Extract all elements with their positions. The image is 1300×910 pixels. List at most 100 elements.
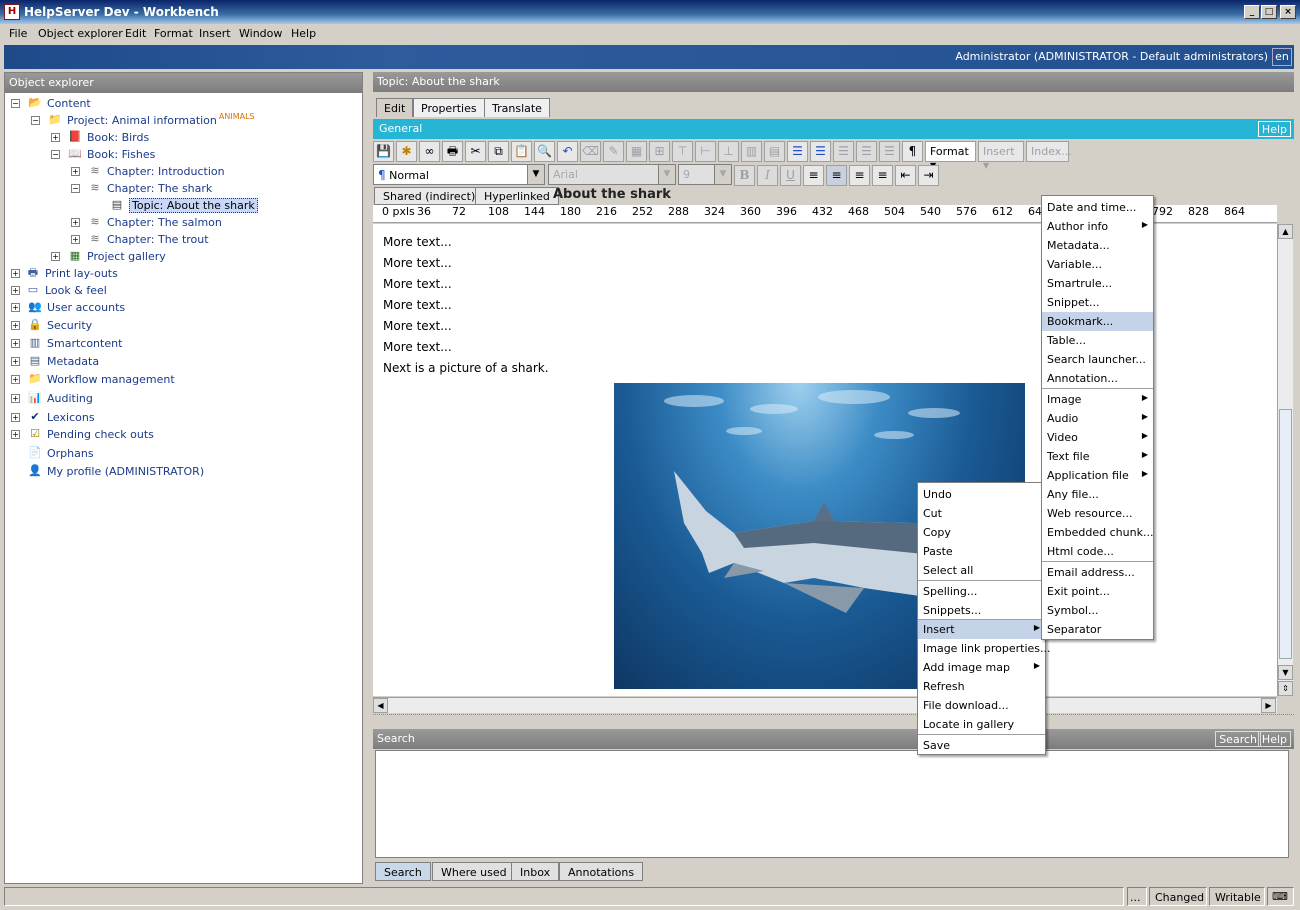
- minimize-button[interactable]: _: [1244, 5, 1260, 19]
- tree-node-metadata[interactable]: ▤ Metadata: [27, 353, 99, 369]
- menu-item-author-info[interactable]: Author info ▶: [1042, 217, 1153, 236]
- list-outdent-icon[interactable]: ☰: [856, 141, 877, 162]
- tab-translate[interactable]: Translate: [484, 98, 550, 117]
- tree-node-my-profile[interactable]: 👤 My profile (ADMINISTRATOR): [27, 463, 204, 479]
- justify-icon[interactable]: ≡: [872, 165, 893, 186]
- menu-item-table[interactable]: Table...: [1042, 331, 1153, 350]
- expander[interactable]: +: [51, 252, 60, 261]
- menu-item-application-file[interactable]: Application file ▶: [1042, 466, 1153, 485]
- menu-window[interactable]: Window: [239, 27, 282, 40]
- menu-item-video[interactable]: Video ▶: [1042, 428, 1153, 447]
- expander[interactable]: +: [11, 286, 20, 295]
- general-help-button[interactable]: Help: [1257, 121, 1291, 137]
- cut-icon[interactable]: ✂: [465, 141, 486, 162]
- menu-object-explorer[interactable]: Object explorer: [38, 27, 123, 40]
- outdent-icon[interactable]: ⇤: [895, 165, 916, 186]
- menu-file[interactable]: File: [9, 27, 27, 40]
- expander[interactable]: +: [11, 339, 20, 348]
- copy-icon[interactable]: ⧉: [488, 141, 509, 162]
- tab-inbox[interactable]: Inbox: [511, 862, 560, 881]
- underline-icon[interactable]: U: [780, 165, 801, 186]
- tab-where-used[interactable]: Where used: [432, 862, 516, 881]
- menu-item-insert[interactable]: Insert ▶: [918, 620, 1045, 639]
- menu-item-image-map[interactable]: Add image map ▶: [918, 658, 1045, 677]
- search-button[interactable]: Search: [1215, 731, 1261, 747]
- menu-item-image-link[interactable]: Image link properties...: [918, 639, 1051, 658]
- paragraph[interactable]: More text...: [383, 319, 452, 333]
- save-icon[interactable]: 💾: [373, 141, 394, 162]
- paragraph[interactable]: Next is a picture of a shark.: [383, 361, 549, 375]
- expander[interactable]: +: [11, 303, 20, 312]
- pane-divider[interactable]: [373, 714, 1294, 724]
- menu-item-smartrule[interactable]: Smartrule...: [1042, 274, 1153, 293]
- tree-node-chapter-salmon[interactable]: ≋ Chapter: The salmon: [87, 214, 222, 230]
- menu-item-exit-point[interactable]: Exit point...: [1042, 582, 1153, 601]
- expander[interactable]: +: [71, 235, 80, 244]
- menu-insert[interactable]: Insert: [199, 27, 231, 40]
- menu-item-web-resource[interactable]: Web resource...: [1042, 504, 1153, 523]
- close-button[interactable]: ×: [1280, 5, 1296, 19]
- menu-item-spelling[interactable]: Spelling...: [918, 582, 1045, 601]
- tree-node-look-feel[interactable]: ▭ Look & feel: [25, 282, 107, 298]
- menu-format[interactable]: Format: [154, 27, 193, 40]
- expander[interactable]: +: [71, 167, 80, 176]
- menu-item-html-code[interactable]: Html code...: [1042, 542, 1153, 561]
- insert-dropdown[interactable]: Insert ▼: [978, 141, 1024, 170]
- menu-item-undo[interactable]: Undo: [918, 485, 1045, 504]
- tree-node-project-gallery[interactable]: ▦ Project gallery: [67, 248, 166, 264]
- panel-splitter[interactable]: [363, 72, 371, 884]
- tree-node-book-birds[interactable]: 📕 Book: Birds: [67, 129, 149, 145]
- format-dropdown[interactable]: Format ▼: [925, 141, 976, 170]
- tab-properties[interactable]: Properties: [413, 98, 485, 117]
- tab-hyperlinked[interactable]: Hyperlinked: [475, 187, 559, 205]
- find-icon[interactable]: 🔍: [534, 141, 555, 162]
- menu-item-audio[interactable]: Audio ▶: [1042, 409, 1153, 428]
- scroll-up-icon[interactable]: ▲: [1278, 224, 1293, 239]
- menu-item-any-file[interactable]: Any file...: [1042, 485, 1153, 504]
- paragraph[interactable]: More text...: [383, 256, 452, 270]
- menu-item-text-file[interactable]: Text file ▶: [1042, 447, 1153, 466]
- menu-item-symbol[interactable]: Symbol...: [1042, 601, 1153, 620]
- expander[interactable]: −: [51, 150, 60, 159]
- table-insert-col-icon[interactable]: ⊢: [695, 141, 716, 162]
- expander[interactable]: +: [11, 375, 20, 384]
- menu-item-metadata[interactable]: Metadata...: [1042, 236, 1153, 255]
- tree-node-orphans[interactable]: 📄 Orphans: [27, 445, 93, 461]
- tree-node-workflow[interactable]: 📁 Workflow management: [27, 371, 175, 387]
- tree-node-project[interactable]: 📁 Project: Animal information ANIMALS: [47, 112, 254, 128]
- menu-item-file-download[interactable]: File download...: [918, 696, 1045, 715]
- menu-item-embedded-chunk[interactable]: Embedded chunk...: [1042, 523, 1153, 542]
- tree-node-print-layouts[interactable]: 🖶 Print lay-outs: [25, 265, 118, 281]
- scroll-left-icon[interactable]: ◀: [373, 698, 388, 713]
- tab-edit[interactable]: Edit: [376, 98, 414, 117]
- tree-node-book-fishes[interactable]: 📖 Book: Fishes: [67, 146, 155, 162]
- menu-item-image[interactable]: Image ▶: [1042, 390, 1153, 409]
- scroll-down-icon[interactable]: ▼: [1278, 665, 1293, 680]
- list-style-icon[interactable]: ☰: [879, 141, 900, 162]
- preview-glasses-icon[interactable]: ∞: [419, 141, 440, 162]
- italic-icon[interactable]: I: [757, 165, 778, 186]
- expander[interactable]: +: [51, 133, 60, 142]
- paragraph[interactable]: More text...: [383, 340, 452, 354]
- menu-edit[interactable]: Edit: [125, 27, 146, 40]
- expander[interactable]: +: [11, 394, 20, 403]
- tab-annotations[interactable]: Annotations: [559, 862, 644, 881]
- tree-node-smartcontent[interactable]: ▥ Smartcontent: [27, 335, 123, 351]
- paragraph-marks-icon[interactable]: ¶: [902, 141, 923, 162]
- align-right-icon[interactable]: ≡: [849, 165, 870, 186]
- tree-node-chapter-trout[interactable]: ≋ Chapter: The trout: [87, 231, 208, 247]
- expander[interactable]: +: [71, 218, 80, 227]
- paragraph[interactable]: More text...: [383, 277, 452, 291]
- menu-item-cut[interactable]: Cut: [918, 504, 1045, 523]
- undo-icon[interactable]: ↶: [557, 141, 578, 162]
- font-select[interactable]: Arial ▼: [548, 164, 676, 185]
- menu-item-select-all[interactable]: Select all: [918, 561, 1045, 580]
- menu-item-save[interactable]: Save: [918, 736, 1045, 755]
- keyboard-icon[interactable]: ⌨: [1267, 887, 1294, 906]
- table-merge-icon[interactable]: ▥: [741, 141, 762, 162]
- align-center-icon[interactable]: ≡: [826, 165, 847, 186]
- index-button[interactable]: Index...: [1026, 141, 1072, 162]
- expander[interactable]: +: [11, 357, 20, 366]
- horizontal-scrollbar[interactable]: ◀ ▶: [373, 697, 1277, 713]
- menu-item-copy[interactable]: Copy: [918, 523, 1045, 542]
